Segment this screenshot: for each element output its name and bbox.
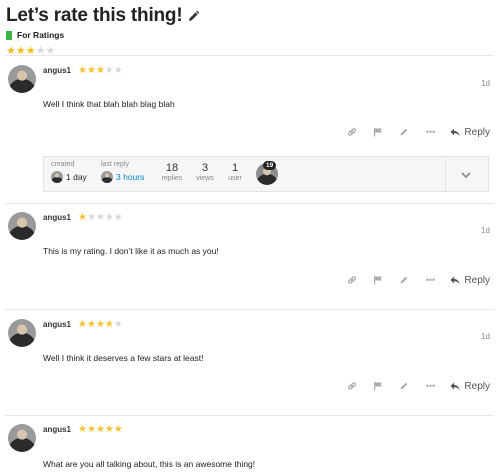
star-empty-icon: ★	[113, 319, 123, 330]
users-label: user	[228, 175, 242, 182]
edit-icon[interactable]	[398, 126, 410, 138]
post-date[interactable]: 1d	[481, 332, 490, 341]
star-filled-icon: ★	[78, 424, 87, 435]
avatar[interactable]	[8, 212, 36, 240]
reply-button[interactable]: Reply	[450, 127, 490, 138]
post-rating-stars: ★ ★ ★ ★ ★	[78, 320, 123, 330]
topic-title[interactable]: Let’s rate this thing!	[6, 5, 183, 27]
post-body: Well I think it deserves a few stars at …	[43, 353, 204, 363]
views-label: views	[196, 175, 214, 182]
link-icon[interactable]	[346, 274, 358, 286]
username[interactable]: angus1	[43, 320, 71, 329]
avatar	[51, 171, 63, 183]
star-filled-icon: ★	[86, 319, 96, 330]
post-body: This is my rating. I don’t like it as mu…	[43, 246, 219, 256]
reply-label: Reply	[464, 380, 490, 392]
star-empty-icon: ★	[113, 212, 123, 223]
username[interactable]: angus1	[43, 213, 71, 222]
reply-button[interactable]: Reply	[450, 381, 490, 392]
reply-label: Reply	[464, 126, 490, 138]
avatar[interactable]	[8, 65, 36, 93]
reply-button[interactable]: Reply	[450, 275, 490, 286]
replies-label: replies	[161, 175, 183, 182]
link-icon[interactable]	[346, 126, 358, 138]
post-count-badge: 19	[263, 161, 277, 170]
chevron-down-icon[interactable]	[460, 168, 472, 180]
last-reply-value: 3 hours	[116, 172, 145, 182]
edit-icon[interactable]	[398, 380, 410, 392]
post-actions: ••• Reply	[332, 380, 490, 392]
topic-header: Let’s rate this thing! For Ratings ★ ★ ★ ★ ★	[6, 4, 494, 59]
divider	[4, 415, 494, 416]
avatar[interactable]	[8, 319, 36, 347]
flag-icon[interactable]	[372, 274, 384, 286]
star-empty-icon: ★	[104, 65, 114, 76]
views-count: 3	[201, 162, 209, 174]
topic-map-replies: 18 replies	[160, 162, 184, 182]
star-empty-icon: ★	[104, 212, 114, 223]
flag-icon[interactable]	[372, 380, 384, 392]
post-actions: ••• Reply	[332, 126, 490, 138]
avatar[interactable]	[8, 424, 36, 452]
replies-count: 18	[165, 162, 179, 174]
more-icon[interactable]: •••	[424, 126, 436, 138]
link-icon[interactable]	[346, 380, 358, 392]
star-filled-icon: ★	[78, 319, 87, 330]
star-empty-icon: ★	[95, 212, 105, 223]
topic-map-last-reply[interactable]: last reply 3 hours	[101, 161, 144, 183]
topic-map-created[interactable]: created 1 day	[51, 161, 87, 183]
star-filled-icon: ★	[95, 424, 105, 435]
divider	[4, 203, 494, 204]
star-filled-icon: ★	[78, 212, 87, 223]
star-filled-icon: ★	[95, 65, 105, 76]
reply-icon	[450, 128, 460, 136]
star-empty-icon: ★	[86, 212, 96, 223]
username[interactable]: angus1	[43, 66, 71, 75]
users-count: 1	[231, 162, 239, 174]
post-actions: ••• Reply	[332, 274, 490, 286]
topic-map-views: 3 views	[194, 162, 216, 182]
topic-map-users: 1 user	[226, 162, 244, 182]
star-filled-icon: ★	[95, 319, 105, 330]
post-date[interactable]: 1d	[481, 226, 490, 235]
reply-icon	[450, 276, 460, 284]
star-filled-icon: ★	[104, 319, 114, 330]
star-filled-icon: ★	[86, 65, 96, 76]
star-filled-icon: ★	[78, 65, 87, 76]
star-filled-icon: ★	[86, 424, 96, 435]
post-rating-stars: ★ ★ ★ ★ ★	[78, 66, 123, 76]
divider	[4, 309, 494, 310]
category-name: For Ratings	[17, 30, 65, 40]
more-icon[interactable]: •••	[424, 380, 436, 392]
star-empty-icon: ★	[113, 65, 123, 76]
created-value: 1 day	[66, 172, 87, 182]
post-rating-stars: ★ ★ ★ ★ ★	[78, 213, 123, 223]
reply-label: Reply	[464, 274, 490, 286]
post-body: Well I think that blah blah blag blah	[43, 99, 175, 109]
last-reply-label: last reply	[101, 161, 130, 168]
edit-icon[interactable]	[398, 274, 410, 286]
star-filled-icon: ★	[113, 424, 123, 435]
category-badge[interactable]: For Ratings	[6, 29, 494, 41]
username[interactable]: angus1	[43, 425, 71, 434]
topic-map: created 1 day last reply 3 hours 18 repl…	[43, 156, 489, 192]
category-color-swatch	[6, 30, 12, 40]
divider	[4, 55, 494, 56]
flag-icon[interactable]	[372, 126, 384, 138]
edit-title-icon[interactable]	[187, 10, 200, 23]
star-filled-icon: ★	[104, 424, 114, 435]
divider	[445, 157, 446, 191]
post-date[interactable]: 1d	[481, 79, 490, 88]
avatar	[101, 171, 113, 183]
more-icon[interactable]: •••	[424, 274, 436, 286]
created-label: created	[51, 161, 75, 168]
post-rating-stars: ★ ★ ★ ★ ★	[78, 425, 123, 435]
reply-icon	[450, 382, 460, 390]
post-body: What are you all talking about, this is …	[43, 459, 256, 469]
